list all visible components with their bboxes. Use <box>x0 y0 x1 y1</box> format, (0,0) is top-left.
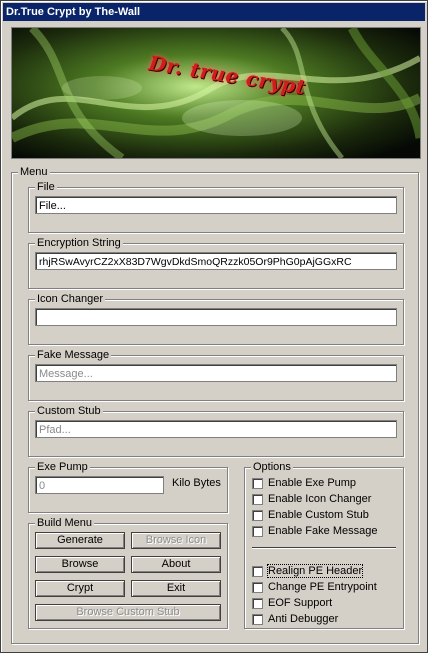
exe-pump-field[interactable]: 0 <box>35 476 164 494</box>
fake-message-field[interactable]: Message... <box>35 364 397 382</box>
icon-changer-legend: Icon Changer <box>35 292 106 306</box>
encryption-legend: Encryption String <box>35 236 123 250</box>
custom-stub-legend: Custom Stub <box>35 404 103 418</box>
browse-button[interactable]: Browse <box>35 556 125 573</box>
eof-support-checkbox[interactable]: EOF Support <box>252 596 332 610</box>
realign-pe-header-label: Realign PE Header <box>266 564 364 578</box>
about-button[interactable]: About <box>131 556 221 573</box>
file-legend: File <box>35 180 57 194</box>
checkbox-box[interactable] <box>252 493 263 505</box>
exit-button[interactable]: Exit <box>131 580 221 597</box>
build-menu-legend: Build Menu <box>35 516 95 530</box>
file-field[interactable]: File... <box>35 196 397 214</box>
banner-image: Dr. true crypt <box>11 27 421 159</box>
encryption-string-field[interactable]: rhjRSwAvyrCZ2xX83D7WgvDkdSmoQRzzk05Or9Ph… <box>35 252 397 270</box>
anti-debugger-label: Anti Debugger <box>268 613 339 625</box>
banner-art-icon <box>12 28 420 158</box>
window-title: Dr.True Crypt by The-Wall <box>6 6 141 18</box>
enable-exe-pump-label: Enable Exe Pump <box>268 477 357 489</box>
enable-fake-message-checkbox[interactable]: Enable Fake Message <box>252 524 377 538</box>
checkbox-box[interactable] <box>252 581 263 593</box>
exe-pump-legend: Exe Pump <box>35 460 90 474</box>
fake-message-legend: Fake Message <box>35 348 112 362</box>
kilo-bytes-label: Kilo Bytes <box>172 477 221 489</box>
change-pe-entrypoint-label: Change PE Entrypoint <box>268 581 377 593</box>
checkbox-box[interactable] <box>252 613 263 625</box>
eof-support-label: EOF Support <box>268 597 333 609</box>
menu-legend: Menu <box>18 165 50 179</box>
title-bar[interactable]: Dr.True Crypt by The-Wall <box>3 3 425 21</box>
checkbox-box[interactable] <box>252 477 263 489</box>
checkbox-box[interactable] <box>252 509 263 521</box>
checkbox-box[interactable] <box>252 525 263 537</box>
checkbox-box[interactable] <box>252 597 263 609</box>
icon-changer-field[interactable] <box>35 308 397 326</box>
change-pe-entrypoint-checkbox[interactable]: Change PE Entrypoint <box>252 580 377 594</box>
browse-icon-button[interactable]: Browse Icon <box>131 532 221 549</box>
enable-custom-stub-checkbox[interactable]: Enable Custom Stub <box>252 508 369 522</box>
enable-custom-stub-label: Enable Custom Stub <box>268 509 369 521</box>
options-legend: Options <box>251 460 293 474</box>
enable-icon-changer-label: Enable Icon Changer <box>268 493 372 505</box>
checkbox-box[interactable] <box>252 565 263 577</box>
crypt-button[interactable]: Crypt <box>35 580 125 597</box>
anti-debugger-checkbox[interactable]: Anti Debugger <box>252 612 338 626</box>
main-window: Dr.True Crypt by The-Wall Dr. true crypt <box>0 0 428 653</box>
options-separator <box>252 547 396 549</box>
browse-custom-stub-button[interactable]: Browse Custom Stub <box>35 604 221 621</box>
custom-stub-field[interactable]: Pfad... <box>35 420 397 438</box>
realign-pe-header-checkbox[interactable]: Realign PE Header <box>252 564 364 578</box>
enable-exe-pump-checkbox[interactable]: Enable Exe Pump <box>252 476 356 490</box>
enable-icon-changer-checkbox[interactable]: Enable Icon Changer <box>252 492 371 506</box>
enable-fake-message-label: Enable Fake Message <box>268 525 378 537</box>
generate-button[interactable]: Generate <box>35 532 125 549</box>
